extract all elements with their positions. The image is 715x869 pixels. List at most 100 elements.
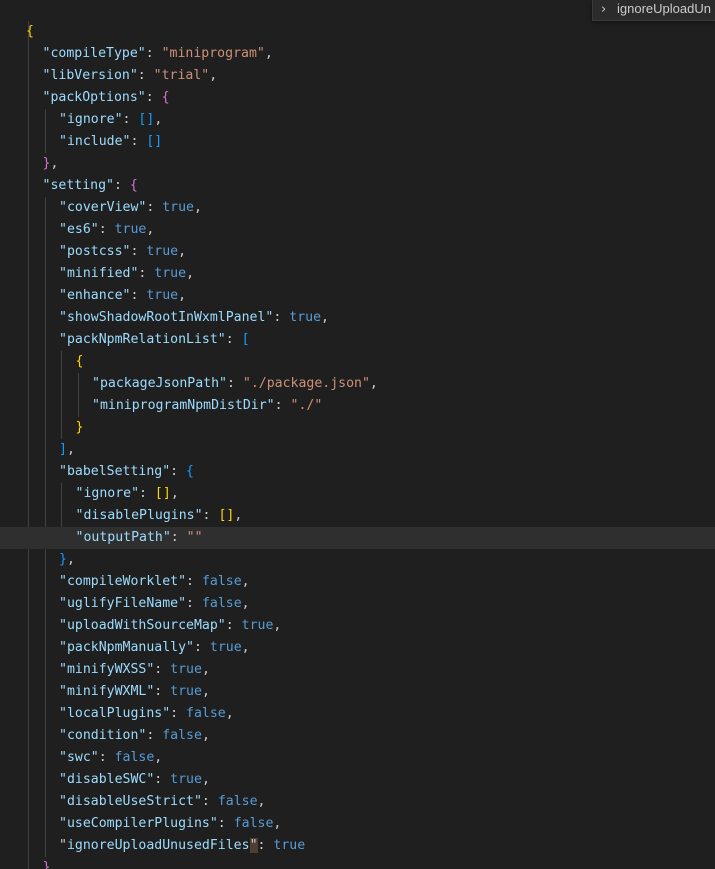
code-text: "minifyWXSS": true,: [59, 659, 210, 681]
code-line[interactable]: "disableUseStrict": false,: [0, 791, 715, 813]
code-line[interactable]: "swc": false,: [0, 747, 715, 769]
code-line[interactable]: "coverView": true,: [0, 197, 715, 219]
code-token: "./": [290, 398, 323, 413]
code-line[interactable]: "postcss": true,: [0, 241, 715, 263]
chevron-right-icon[interactable]: ›: [601, 2, 606, 17]
code-editor[interactable]: { "compileType": "miniprogram", "libVersio…: [0, 0, 715, 869]
code-token: :: [98, 222, 115, 237]
code-line[interactable]: "ignore": [],: [0, 109, 715, 131]
code-line[interactable]: "ignoreUploadUnusedFiles": true: [0, 835, 715, 857]
code-token: ]: [59, 442, 67, 457]
code-token: "outputPath": [75, 530, 171, 545]
code-token: :: [170, 530, 187, 545]
code-token: ,: [241, 574, 250, 589]
code-token: true: [170, 662, 202, 677]
code-line[interactable]: "localPlugins": false,: [0, 703, 715, 725]
code-line[interactable]: "ignore": [],: [0, 483, 715, 505]
code-token: ,: [264, 46, 273, 61]
code-token: "postcss": [59, 244, 131, 259]
code-token: true: [289, 310, 322, 325]
code-token: ,: [234, 508, 243, 523]
code-text: },: [59, 549, 75, 571]
code-line[interactable]: "libVersion": "trial",: [0, 65, 715, 87]
code-token: :: [145, 46, 162, 61]
code-token: true: [146, 288, 179, 303]
code-line[interactable]: }: [0, 417, 715, 439]
code-token: ,: [241, 640, 250, 655]
code-line[interactable]: "es6": true,: [0, 219, 715, 241]
code-text: "outputPath": "": [76, 527, 203, 549]
code-token: "compileWorklet": [59, 574, 187, 589]
code-token: ignoreUploadUnusedFiles: [66, 838, 250, 853]
code-line[interactable]: "packNpmRelationList": [: [0, 329, 715, 351]
code-line[interactable]: "minifyWXML": true,: [0, 681, 715, 703]
code-line[interactable]: "minifyWXSS": true,: [0, 659, 715, 681]
sticky-scroll-label[interactable]: ignoreUploadUn: [617, 1, 711, 16]
code-token: :: [130, 134, 147, 149]
sticky-scroll-header[interactable]: › ignoreUploadUn: [592, 0, 715, 21]
code-line[interactable]: {: [0, 21, 715, 43]
code-token: :: [273, 310, 290, 325]
code-line[interactable]: "include": []: [0, 131, 715, 153]
code-token: []: [146, 134, 163, 149]
code-line[interactable]: "packOptions": {: [0, 87, 715, 109]
code-line[interactable]: "enhance": true,: [0, 285, 715, 307]
code-line[interactable]: "uglifyFileName": false,: [0, 593, 715, 615]
code-token: "packNpmRelationList": [59, 332, 226, 347]
code-line[interactable]: "compileWorklet": false,: [0, 571, 715, 593]
code-line[interactable]: "miniprogramNpmDistDir": "./": [0, 395, 715, 417]
code-token: ,: [66, 552, 75, 567]
code-token: true: [146, 244, 179, 259]
code-token: "swc": [59, 750, 99, 765]
code-token: "uglifyFileName": [59, 596, 187, 611]
code-token: false: [201, 574, 242, 589]
code-token: "compileType": [42, 46, 146, 61]
code-token: ,: [178, 288, 187, 303]
code-line[interactable]: "showShadowRootInWxmlPanel": true,: [0, 307, 715, 329]
code-line[interactable]: "packNpmManually": true,: [0, 637, 715, 659]
code-token: ": [59, 838, 67, 853]
code-token: :: [146, 200, 163, 215]
code-token: {: [26, 24, 34, 39]
code-line[interactable]: ],: [0, 439, 715, 461]
code-line[interactable]: {: [0, 351, 715, 373]
code-text: "uglifyFileName": false,: [59, 593, 250, 615]
code-line[interactable]: "babelSetting": {: [0, 461, 715, 483]
code-token: "ignore": [59, 112, 123, 127]
code-token: :: [170, 706, 187, 721]
code-line[interactable]: "condition": false,: [0, 725, 715, 747]
code-token: }: [59, 552, 67, 567]
code-token: ,: [186, 266, 195, 281]
code-line[interactable]: },: [0, 857, 715, 869]
code-token: :: [154, 662, 171, 677]
code-token: true: [170, 684, 202, 699]
code-line[interactable]: "minified": true,: [0, 263, 715, 285]
code-token: "disablePlugins": [75, 508, 203, 523]
code-line-active[interactable]: "outputPath": "": [0, 527, 715, 549]
code-line[interactable]: "uploadWithSourceMap": true,: [0, 615, 715, 637]
code-token: true: [273, 838, 306, 853]
code-token: :: [145, 90, 162, 105]
code-token: ,: [273, 816, 282, 831]
code-token: :: [139, 486, 155, 501]
code-line[interactable]: "disableSWC": true,: [0, 769, 715, 791]
code-line[interactable]: },: [0, 549, 715, 571]
code-token: true: [241, 618, 274, 633]
code-line[interactable]: },: [0, 153, 715, 175]
code-token: false: [162, 728, 202, 743]
code-token: :: [257, 838, 274, 853]
code-token: :: [201, 794, 218, 809]
code-line[interactable]: "useCompilerPlugins": false,: [0, 813, 715, 835]
code-token: ,: [273, 618, 282, 633]
code-token: ,: [201, 684, 210, 699]
code-line[interactable]: "setting": {: [0, 175, 715, 197]
code-line[interactable]: "packageJsonPath": "./package.json",: [0, 373, 715, 395]
code-token: ": [249, 838, 258, 853]
code-text: "es6": true,: [59, 219, 154, 241]
code-line[interactable]: "disablePlugins": [],: [0, 505, 715, 527]
code-token: []: [218, 508, 235, 523]
code-token: ,: [194, 200, 202, 215]
code-line[interactable]: "compileType": "miniprogram",: [0, 43, 715, 65]
code-text: "postcss": true,: [59, 241, 186, 263]
code-token: "enhance": [59, 288, 131, 303]
